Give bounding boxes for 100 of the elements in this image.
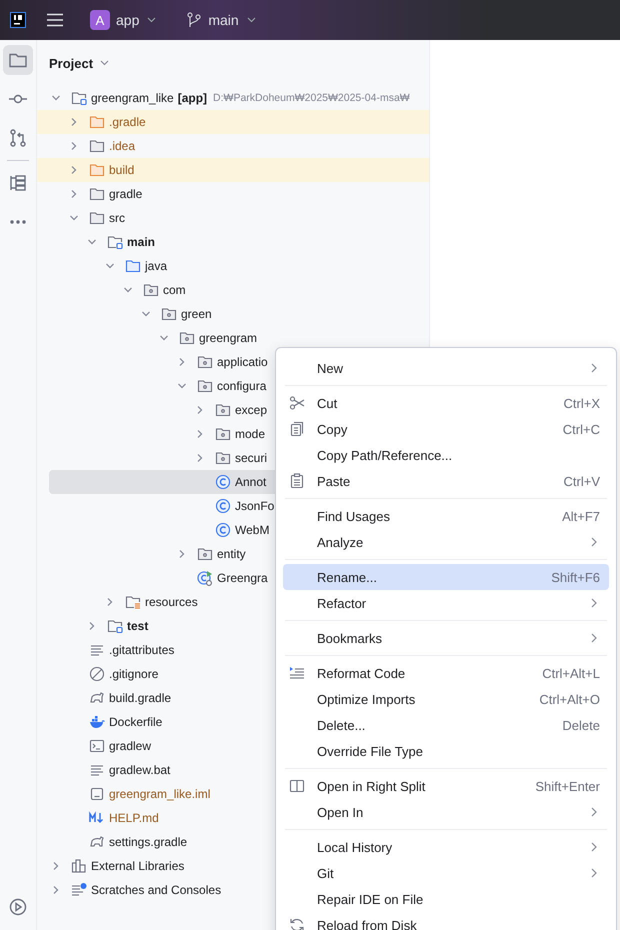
panel-title[interactable]: Project <box>49 56 110 70</box>
chevron-right-icon[interactable] <box>177 357 187 367</box>
menu-item[interactable]: Find Usages Alt+F7 <box>283 503 609 529</box>
app-logo-icon[interactable] <box>10 12 26 28</box>
menu-item[interactable]: Reload from Disk <box>283 912 609 930</box>
pull-requests-icon <box>8 128 28 148</box>
chevron-right-icon[interactable] <box>177 549 187 559</box>
chevron-down-icon[interactable] <box>51 93 61 103</box>
menu-item[interactable]: Rename... Shift+F6 <box>283 564 609 590</box>
structure-icon <box>8 173 28 193</box>
tree-row[interactable]: greengram_like [app] D:₩ParkDoheum₩2025₩2025-04-msa₩ <box>37 86 429 110</box>
file-name: gradlew <box>109 739 152 753</box>
shortcut-label: Shift+Enter <box>535 778 600 794</box>
tree-row[interactable]: com <box>37 278 429 302</box>
tree-row[interactable]: build <box>37 158 429 182</box>
menu-item[interactable]: Bookmarks <box>283 625 609 651</box>
chevron-down-icon[interactable] <box>105 261 115 271</box>
module-folder-icon <box>71 90 87 106</box>
no-entry-icon <box>89 666 105 682</box>
chevron-right-icon[interactable] <box>105 597 115 607</box>
file-name: HELP.md <box>109 811 159 825</box>
shortcut-label: Ctrl+C <box>562 422 600 436</box>
tree-row[interactable]: gradle <box>37 182 429 206</box>
menu-item[interactable]: Local History <box>283 834 609 860</box>
package-folder-icon <box>161 306 177 322</box>
chevron-down-icon[interactable] <box>159 333 169 343</box>
package-folder-icon <box>215 450 231 466</box>
library-icon <box>71 858 87 874</box>
file-name: excep <box>235 403 268 417</box>
chevron-down-icon[interactable] <box>123 285 133 295</box>
chevron-down-icon[interactable] <box>141 309 151 319</box>
menu-item[interactable]: Delete... Delete <box>283 712 609 738</box>
module-folder-icon <box>107 618 123 634</box>
chevron-down-icon[interactable] <box>87 237 97 247</box>
menu-item[interactable]: Reformat Code Ctrl+Alt+L <box>283 660 609 686</box>
chevron-right-icon[interactable] <box>195 453 205 463</box>
chevron-right-icon[interactable] <box>87 621 97 631</box>
reload-icon <box>289 917 305 930</box>
menu-item[interactable]: Refactor <box>283 590 609 616</box>
chevron-down-icon <box>246 17 256 23</box>
file-name: greengram_like.iml <box>109 787 210 801</box>
tree-row[interactable]: src <box>37 206 429 230</box>
chevron-down-icon[interactable] <box>69 213 79 223</box>
chevron-right-icon[interactable] <box>51 861 61 871</box>
menu-item[interactable]: Optimize Imports Ctrl+Alt+O <box>283 686 609 712</box>
terminal-icon <box>89 738 105 754</box>
file-name: com <box>163 283 186 297</box>
file-name: securi <box>235 451 268 465</box>
tree-row[interactable]: java <box>37 254 429 278</box>
chevron-right-icon[interactable] <box>69 165 79 175</box>
chevron-right-icon[interactable] <box>69 141 79 151</box>
chevron-right-icon[interactable] <box>69 189 79 199</box>
menu-item[interactable]: Git <box>283 860 609 886</box>
file-name: WebM <box>235 523 270 537</box>
file-name: .gradle <box>109 115 146 129</box>
shortcut-label: Delete <box>562 718 600 732</box>
menu-item[interactable]: Copy Ctrl+C <box>283 416 609 442</box>
folder-icon <box>89 138 105 154</box>
tree-row[interactable]: greengram <box>37 326 429 350</box>
menu-item[interactable]: Repair IDE on File <box>283 886 609 912</box>
package-folder-icon <box>179 330 195 346</box>
shortcut-label: Alt+F7 <box>562 508 600 524</box>
class-icon <box>215 522 231 538</box>
file-path: D:₩ParkDoheum₩2025₩2025-04-msa₩ <box>213 92 410 104</box>
menu-item[interactable]: Open In <box>283 799 609 825</box>
tree-row[interactable]: .idea <box>37 134 429 158</box>
scissors-icon <box>289 395 305 411</box>
chevron-down-icon[interactable] <box>177 381 187 391</box>
tree-row[interactable]: .gradle <box>37 110 429 134</box>
package-folder-icon <box>215 402 231 418</box>
split-view-icon <box>289 778 305 794</box>
chevron-right-icon[interactable] <box>195 405 205 415</box>
shortcut-label: Shift+F6 <box>551 570 600 584</box>
chevron-right-icon[interactable] <box>69 117 79 127</box>
shortcut-label: Ctrl+X <box>564 396 600 410</box>
project-button[interactable] <box>3 45 33 75</box>
shortcut-label: Ctrl+Alt+O <box>539 692 600 706</box>
scratches-icon <box>71 882 87 898</box>
chevron-right-icon[interactable] <box>51 885 61 895</box>
file-name: Greengra <box>217 571 268 585</box>
menu-icon[interactable] <box>46 13 64 27</box>
tree-row[interactable]: green <box>37 302 429 326</box>
tree-row[interactable]: main <box>37 230 429 254</box>
module-folder-icon <box>107 234 123 250</box>
file-name: build <box>109 163 134 177</box>
folder-icon <box>125 258 141 274</box>
menu-item[interactable]: Copy Path/Reference... <box>283 442 609 468</box>
package-folder-icon <box>197 378 213 394</box>
menu-item[interactable]: Analyze <box>283 529 609 555</box>
file-name: greengram_like <box>91 91 174 105</box>
play-icon <box>8 897 28 917</box>
file-name: settings.gradle <box>109 835 188 849</box>
chevron-right-icon[interactable] <box>195 429 205 439</box>
branch-switcher[interactable]: main <box>182 6 260 34</box>
file-name: External Libraries <box>91 859 184 873</box>
project-switcher[interactable]: A app <box>86 6 160 34</box>
file-name: gradlew.bat <box>109 763 170 777</box>
whale-icon <box>89 714 105 730</box>
class-icon <box>197 570 213 586</box>
folder-icon <box>89 210 105 226</box>
